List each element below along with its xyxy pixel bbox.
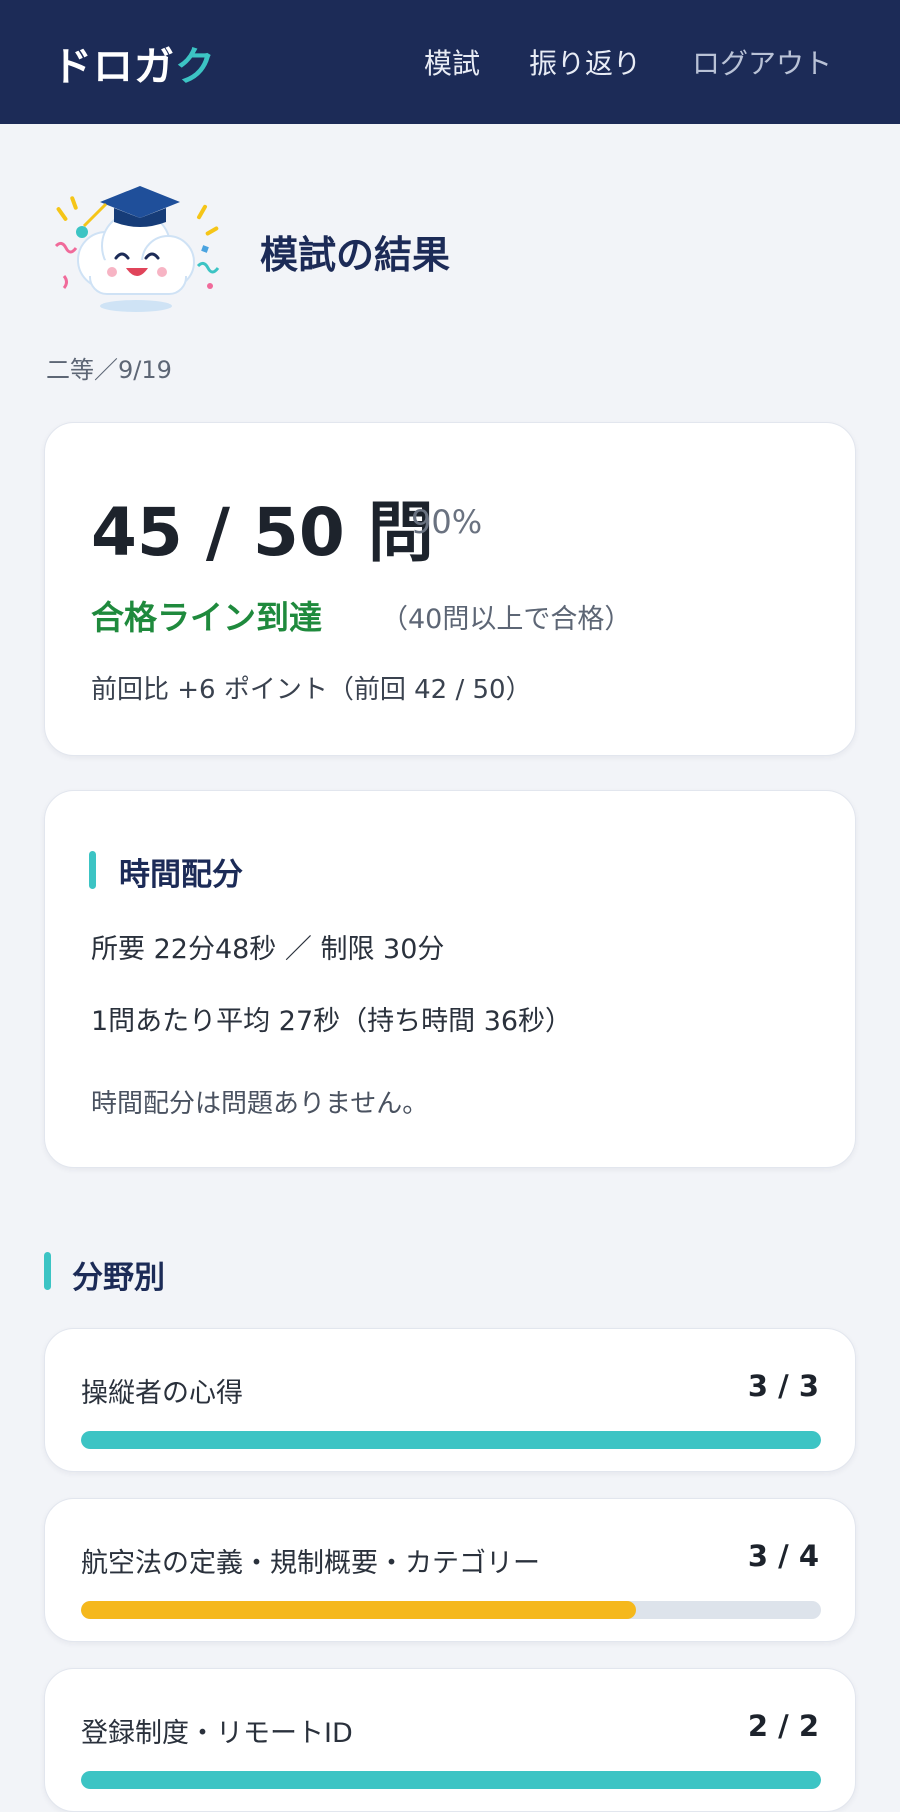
section-accent-bar [44,1252,51,1290]
time-required: 所要 22分48秒 ／ 制限 30分 [91,934,445,965]
app-header: ドロガク 模試 振り返り ログアウト [0,0,900,124]
field-progress-track [81,1601,821,1619]
field-progress-fill [81,1601,636,1619]
field-name: 登録制度・リモートID [81,1718,353,1749]
nav-logout[interactable]: ログアウト [692,42,832,82]
time-average: 1問あたり平均 27秒（持ち時間 36秒） [91,1006,573,1037]
page-title: 模試の結果 [260,233,451,277]
field-score: 3 / 4 [747,1539,819,1573]
pass-criteria-note: （40問以上で合格） [381,604,632,635]
pass-status: 合格ライン到達 [91,598,322,637]
mascot-cloud-graduate-image [50,176,222,318]
score-total: 45 / 50 問 [91,494,434,571]
field-score: 2 / 2 [747,1709,819,1743]
exam-meta: 二等／9/19 [46,356,172,384]
field-card-pilot-mindset[interactable]: 操縦者の心得 3 / 3 [44,1328,856,1472]
time-comment: 時間配分は問題ありません。 [91,1089,429,1119]
field-progress-track [81,1771,821,1789]
field-card-registration[interactable]: 登録制度・リモートID 2 / 2 [44,1668,856,1812]
nav-mock-exam[interactable]: 模試 [424,42,480,82]
score-summary-card: 45 / 50 問 90% 合格ライン到達 （40問以上で合格） 前回比 +6 … [44,422,856,756]
nav-review[interactable]: 振り返り [529,42,641,82]
time-allocation-card: 時間配分 所要 22分48秒 ／ 制限 30分 1問あたり平均 27秒（持ち時間… [44,790,856,1168]
score-percent: 90% [411,503,483,541]
field-progress-fill [81,1771,821,1789]
field-card-aviation-law[interactable]: 航空法の定義・規制概要・カテゴリー 3 / 4 [44,1498,856,1642]
field-score: 3 / 3 [747,1369,819,1403]
previous-comparison: 前回比 +6 ポイント（前回 42 / 50） [91,675,532,705]
main-nav: 模試 振り返り ログアウト [0,42,900,82]
time-section-heading: 時間配分 [119,857,243,893]
field-progress-fill [81,1431,821,1449]
section-accent-bar [89,851,96,889]
field-section-heading: 分野別 [72,1260,165,1296]
field-progress-track [81,1431,821,1449]
field-name: 操縦者の心得 [81,1378,243,1409]
field-name: 航空法の定義・規制概要・カテゴリー [81,1548,540,1579]
